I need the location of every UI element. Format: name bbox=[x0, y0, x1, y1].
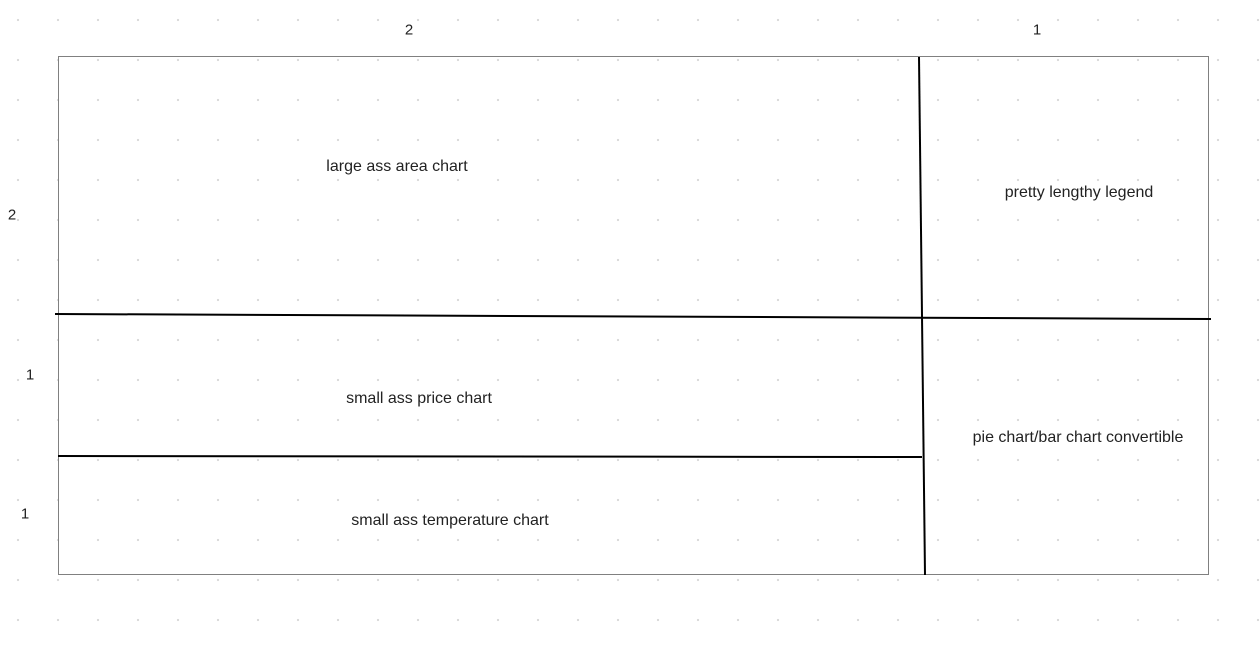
area-chart-panel-label: large ass area chart bbox=[326, 158, 468, 175]
horizontal-divider-left bbox=[57, 455, 923, 458]
legend-panel-label: pretty lengthy legend bbox=[1004, 184, 1154, 201]
wireframe-canvas: 2 1 2 1 1 large ass area chart pretty le… bbox=[0, 0, 1259, 649]
divider-lines bbox=[54, 56, 1212, 576]
horizontal-divider-main bbox=[54, 313, 1212, 320]
price-chart-panel-label: small ass price chart bbox=[346, 390, 492, 407]
vertical-divider bbox=[918, 56, 926, 576]
pie-bar-chart-panel-label: pie chart/bar chart convertible bbox=[972, 429, 1184, 446]
temperature-chart-panel-label: small ass temperature chart bbox=[351, 512, 549, 529]
